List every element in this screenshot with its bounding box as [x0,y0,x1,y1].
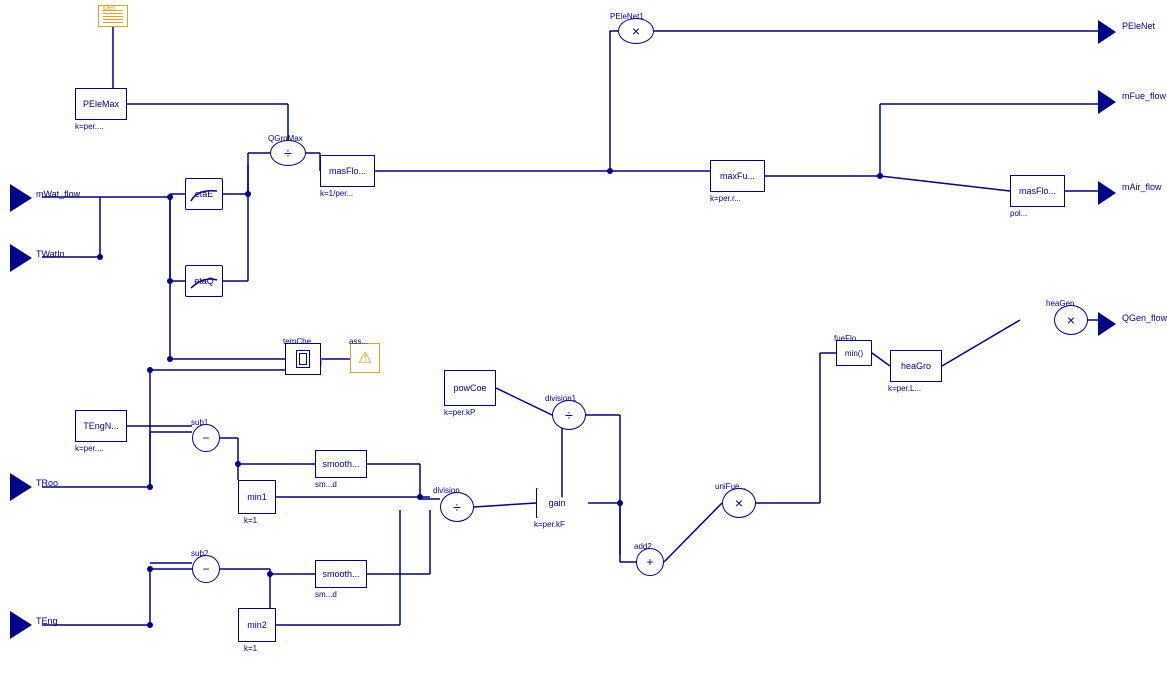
fueflo-block[interactable]: min() [836,340,872,366]
gain-sublabel: k=per.kF [534,520,565,529]
min2-block[interactable]: min2 [238,608,276,642]
sub1-label: sub1 [191,418,208,427]
sub2-block[interactable]: − [192,555,220,583]
qgen-output [1098,312,1116,336]
pelenet1-block[interactable]: × [618,18,654,44]
division1-block[interactable]: ÷ [552,400,586,430]
qgen-out-label: QGen_flow [1122,313,1167,323]
min1-sublabel: k=1 [244,516,257,525]
temche-block[interactable] [285,343,321,375]
wires-layer [0,0,1167,677]
division2-block[interactable]: ÷ [440,492,474,522]
heagro-label: heaGro [901,361,931,371]
heagro-block[interactable]: heaGro [890,350,942,382]
pelenet-output [1098,20,1116,44]
tengn-sublabel: k=per.... [75,444,104,453]
heagen-label: heaGen [1046,299,1074,308]
masflow1-block[interactable]: masFlo... [320,155,375,187]
heagro-sublabel: k=per.L... [888,384,921,393]
add2-label: add2 [634,542,652,551]
masflow2-sublabel: pol... [1010,209,1027,218]
add2-block[interactable]: + [636,548,664,576]
mfue-output [1098,90,1116,114]
maxfu-sublabel: k=per.r... [710,194,741,203]
troo-input [10,473,32,501]
mwat-flow-label: mWat_flow [36,189,80,199]
qgromax-block[interactable]: ÷ [270,140,306,166]
min1-label: min1 [247,492,267,502]
maxfu-block[interactable]: maxFu... [710,160,765,192]
smooth2-block[interactable]: smooth... [315,560,367,588]
tengn-block[interactable]: TEngN... [75,410,127,442]
smooth1-sublabel: sm...d [315,480,337,489]
pelemax-label: PEleMax [83,99,119,109]
powcoe-block[interactable]: powCoe [444,370,496,406]
sub1-block[interactable]: − [192,424,220,452]
pelenet1-label: PEleNet1 [610,12,644,21]
heagen-block[interactable]: × [1054,305,1088,335]
etae-block[interactable]: etaE [185,178,223,210]
maxfu-label: maxFu... [720,171,755,181]
pelenet-out-label: PEleNet [1122,21,1155,31]
mair-out-label: mAir_flow [1122,182,1162,192]
tengn-label: TEngN... [83,421,119,431]
min1-block[interactable]: min1 [238,480,276,514]
temche-label: temChe [283,337,311,346]
smooth2-sublabel: sm...d [315,590,337,599]
troo-label: TRoo [36,478,58,488]
gain-block[interactable]: gain [536,488,588,518]
unifue-block[interactable]: × [722,488,756,518]
division2-label: division [433,486,460,495]
smooth2-label: smooth... [322,569,359,579]
masflow2-label: masFlo... [1019,186,1056,196]
sub2-label: sub2 [191,549,208,558]
masflow1-label: masFlo... [329,166,366,176]
masflow2-block[interactable]: masFlo... [1010,175,1065,207]
twatin-label: TWatIn [36,249,65,259]
masflow1-sublabel: k=1/per... [320,189,353,198]
smooth1-label: smooth... [322,459,359,469]
twatin-input [10,244,32,272]
ass-label: ass... [349,337,368,346]
min2-label: min2 [247,620,267,630]
powcoe-label: powCoe [453,383,486,393]
pelemax-block[interactable]: PEleMax [75,88,127,120]
mwat-flow-input [10,184,32,212]
mair-output [1098,181,1116,205]
unifue-label: uniFue... [715,482,746,491]
mfue-out-label: mFue_flow [1122,91,1166,101]
fueflo-label: fueFlo [834,334,856,343]
teng-input [10,611,32,639]
powcoe-sublabel: k=per.kP [444,408,475,417]
ass-block[interactable]: ⚠ [350,343,380,373]
pelemax-sublabel: k=per.... [75,122,104,131]
gain-label: gain [548,498,565,508]
min2-sublabel: k=1 [244,644,257,653]
smooth1-block[interactable]: smooth... [315,450,367,478]
etaq-block[interactable]: etaQ [185,265,223,297]
qgromax-label: QGroMax [268,134,303,143]
division1-label: division1 [545,394,576,403]
teng-label: TEng [36,616,58,626]
